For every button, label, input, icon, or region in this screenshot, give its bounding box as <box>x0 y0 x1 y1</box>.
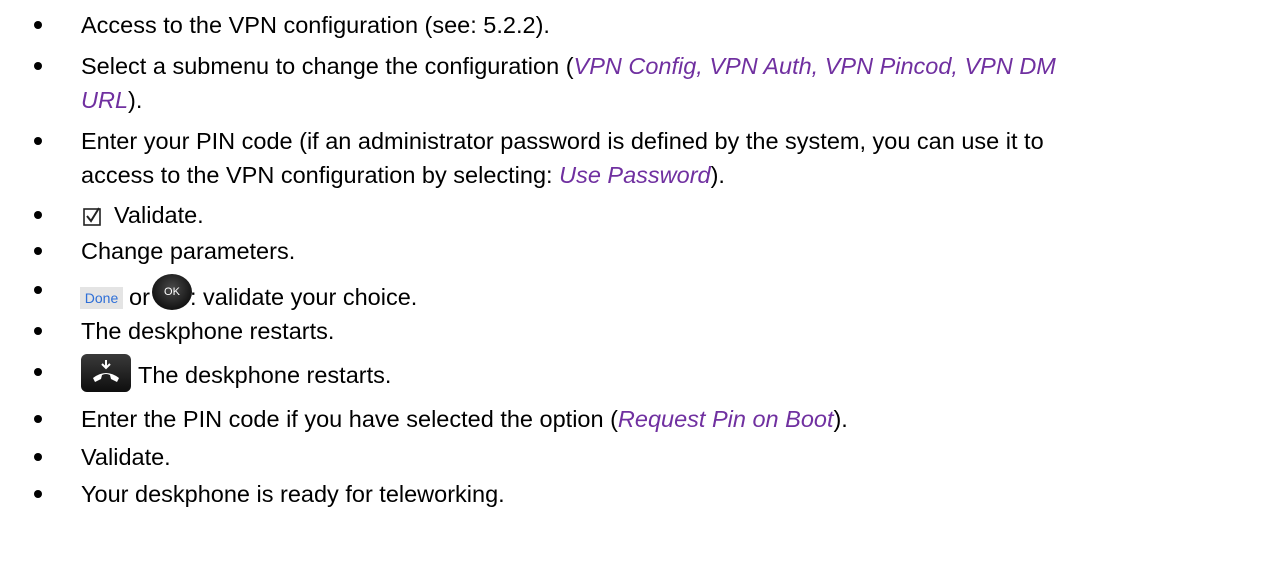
bullet <box>34 453 42 461</box>
bullet <box>34 137 42 145</box>
item-text-continued: URL). <box>81 83 1276 117</box>
item-text: The deskphone restarts. <box>81 318 335 344</box>
item-text: : validate your choice. <box>190 284 418 310</box>
use-password-option: Use Password <box>559 162 711 188</box>
item-text-part: ). <box>710 162 725 188</box>
item-text-continued: access to the VPN configuration by selec… <box>81 158 1276 192</box>
checkbox-icon <box>83 207 101 226</box>
item-text-part: Enter the PIN code if you have selected … <box>81 406 618 432</box>
bullet <box>34 368 42 376</box>
bullet <box>34 211 42 219</box>
item-text: The deskphone restarts. <box>138 362 392 388</box>
item-text: Enter your PIN code (if an administrator… <box>81 128 1044 154</box>
item-text: Select a submenu to change the configura… <box>81 49 1276 83</box>
item-text: Validate. <box>114 202 204 228</box>
item-text-part: ). <box>128 87 143 113</box>
bullet <box>34 490 42 498</box>
item-text-part: ). <box>833 406 848 432</box>
submenu-names: VPN Config, VPN Auth, VPN Pincod, VPN DM <box>573 53 1056 79</box>
item-text-part: Select a submenu to change the configura… <box>81 53 574 79</box>
bullet <box>34 62 42 70</box>
bullet <box>34 415 42 423</box>
item-text: Change parameters. <box>81 238 296 264</box>
bullet <box>34 247 42 255</box>
bullet <box>34 21 42 29</box>
request-pin-option: Request Pin on Boot <box>617 406 834 432</box>
ok-key-icon: OK <box>152 274 192 310</box>
submenu-names: URL <box>81 87 129 113</box>
item-text: Enter the PIN code if you have selected … <box>81 402 1276 436</box>
bullet <box>34 327 42 335</box>
bullet <box>34 286 42 294</box>
done-softkey-icon: Done <box>80 287 123 309</box>
item-text-part: access to the VPN configuration by selec… <box>81 162 560 188</box>
item-text: Access to the VPN configuration (see: 5.… <box>81 12 550 38</box>
item-text: Your deskphone is ready for teleworking. <box>81 481 505 507</box>
hang-up-key-icon <box>81 354 131 392</box>
item-text: Validate. <box>81 444 171 470</box>
